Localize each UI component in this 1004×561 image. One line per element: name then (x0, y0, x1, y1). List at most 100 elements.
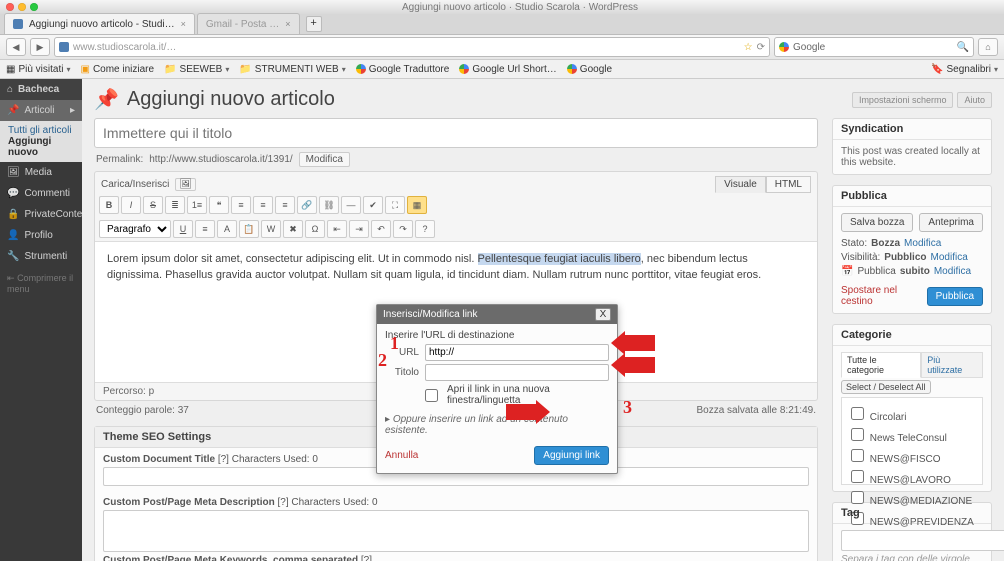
category-item[interactable]: NEWS@FISCO (847, 445, 977, 466)
blockquote-button[interactable]: ❝ (209, 196, 229, 214)
dialog-titlebar[interactable]: Inserisci/Modifica link X (377, 305, 617, 324)
paste-word-button[interactable]: W (261, 220, 281, 238)
bookmark-getting-started[interactable]: ▣Come iniziare (80, 64, 154, 75)
spellcheck-button[interactable]: ✔ (363, 196, 383, 214)
undo-button[interactable]: ↶ (371, 220, 391, 238)
close-tab-icon[interactable]: × (285, 19, 290, 29)
sidebar-item-posts[interactable]: 📌Articoli▸ (0, 100, 82, 121)
expand-existing-icon[interactable]: ▸ (385, 414, 390, 425)
edit-visibility-link[interactable]: Modifica (931, 252, 968, 263)
bookmark-most-visited[interactable]: ▦Più visitati▾ (6, 64, 70, 75)
category-checkbox[interactable] (851, 470, 864, 483)
special-char-button[interactable]: Ω (305, 220, 325, 238)
bookmark-folder-strumenti-web[interactable]: 📁STRUMENTI WEB▾ (239, 64, 345, 75)
align-justify-button[interactable]: ≡ (195, 220, 215, 238)
zoom-window-icon[interactable] (30, 3, 38, 11)
dialog-add-link-button[interactable]: Aggiungi link (534, 446, 609, 465)
sidebar-item-privatecontent[interactable]: 🔒PrivateContent (0, 204, 82, 225)
bookmark-star-icon[interactable]: ☆ (744, 42, 753, 53)
indent-button[interactable]: ⇥ (349, 220, 369, 238)
category-checkbox[interactable] (851, 407, 864, 420)
publish-button[interactable]: Pubblica (927, 287, 983, 306)
search-icon[interactable]: 🔍 (957, 42, 969, 53)
browser-tab-active[interactable]: Aggiungi nuovo articolo - Studi… × (4, 13, 195, 34)
collapse-menu[interactable]: ⇤ Comprimere il menu (0, 267, 82, 300)
bookmark-folder-seeweb[interactable]: 📁SEEWEB▾ (164, 64, 229, 75)
category-checkbox[interactable] (851, 428, 864, 441)
format-select[interactable]: Paragrafo (99, 220, 171, 238)
numbered-list-button[interactable]: 1≡ (187, 196, 207, 214)
align-right-button[interactable]: ≡ (275, 196, 295, 214)
redo-button[interactable]: ↷ (393, 220, 413, 238)
outdent-button[interactable]: ⇤ (327, 220, 347, 238)
sidebar-item-comments[interactable]: 💬Commenti (0, 183, 82, 204)
categories-tab-used[interactable]: Più utilizzate (921, 352, 983, 378)
browser-tab[interactable]: Gmail - Posta … × (197, 13, 300, 34)
fullscreen-button[interactable]: ⛶ (385, 196, 405, 214)
screen-options-button[interactable]: Impostazioni schermo (852, 92, 954, 108)
home-button[interactable]: ⌂ (978, 38, 998, 56)
category-checkbox[interactable] (851, 449, 864, 462)
preview-button[interactable]: Anteprima (919, 213, 983, 232)
bookmarks-menu[interactable]: 🔖Segnalibri▾ (931, 64, 998, 75)
edit-schedule-link[interactable]: Modifica (934, 266, 971, 277)
sidebar-sub-add-new[interactable]: Aggiungi nuovo (8, 136, 74, 158)
category-checkbox[interactable] (851, 491, 864, 504)
move-to-trash-link[interactable]: Spostare nel cestino (841, 285, 927, 307)
browser-search-box[interactable]: Google 🔍 (774, 37, 974, 57)
select-deselect-all[interactable]: Select / Deselect All (841, 380, 931, 394)
sidebar-item-profile[interactable]: 👤Profilo (0, 225, 82, 246)
sidebar-sub-all-posts[interactable]: Tutti gli articoli (8, 125, 74, 136)
category-item[interactable]: News TeleConsul (847, 424, 977, 445)
link-title-field[interactable] (425, 364, 609, 381)
category-item[interactable]: NEWS@MEDIAZIONE (847, 487, 977, 508)
reload-icon[interactable]: ⟳ (757, 42, 765, 53)
insert-more-button[interactable]: — (341, 196, 361, 214)
categories-title[interactable]: Categorie (833, 325, 991, 346)
align-center-button[interactable]: ≡ (253, 196, 273, 214)
editor-tab-html[interactable]: HTML (766, 176, 811, 193)
editor-tab-visual[interactable]: Visuale (715, 176, 766, 193)
forward-button[interactable]: ▶ (30, 38, 50, 56)
tag-input[interactable] (841, 530, 1004, 551)
publish-title[interactable]: Pubblica (833, 186, 991, 207)
editor-help-button[interactable]: ? (415, 220, 435, 238)
help-button[interactable]: Aiuto (957, 92, 992, 108)
dialog-cancel-link[interactable]: Annulla (385, 450, 418, 461)
post-title-input[interactable] (94, 118, 818, 148)
bullet-list-button[interactable]: ≣ (165, 196, 185, 214)
remove-link-button[interactable]: ⛓ (319, 196, 339, 214)
category-item[interactable]: Circolari (847, 403, 977, 424)
paste-text-button[interactable]: 📋 (239, 220, 259, 238)
close-window-icon[interactable] (6, 3, 14, 11)
bookmark-google-url-short[interactable]: Google Url Short… (459, 64, 556, 75)
sidebar-item-media[interactable]: 🖼Media (0, 162, 82, 183)
category-item[interactable]: NEWS@LAVORO (847, 466, 977, 487)
seo-meta-desc-input[interactable] (103, 510, 809, 552)
url-field[interactable] (425, 344, 609, 361)
new-tab-button[interactable]: + (306, 16, 322, 32)
italic-button[interactable]: I (121, 196, 141, 214)
url-bar[interactable]: www.studioscarola.it/… ☆ ⟳ (54, 37, 770, 57)
open-new-tab-checkbox[interactable] (425, 389, 438, 402)
category-item[interactable]: NEWS@PREVIDENZA (847, 508, 977, 529)
close-tab-icon[interactable]: × (181, 19, 186, 29)
underline-button[interactable]: U (173, 220, 193, 238)
bookmark-google[interactable]: Google (567, 64, 612, 75)
save-draft-button[interactable]: Salva bozza (841, 213, 913, 232)
categories-tab-all[interactable]: Tutte le categorie (841, 352, 921, 378)
category-list[interactable]: Circolari News TeleConsul NEWS@FISCO NEW… (841, 397, 983, 485)
insert-link-button[interactable]: 🔗 (297, 196, 317, 214)
back-button[interactable]: ◀ (6, 38, 26, 56)
clear-format-button[interactable]: ✖ (283, 220, 303, 238)
edit-status-link[interactable]: Modifica (904, 238, 941, 249)
sidebar-item-dashboard[interactable]: ⌂Bacheca (0, 79, 82, 100)
syndication-title[interactable]: Syndication (833, 119, 991, 140)
strike-button[interactable]: S (143, 196, 163, 214)
permalink-edit-button[interactable]: Modifica (299, 152, 350, 167)
text-color-button[interactable]: A (217, 220, 237, 238)
sidebar-item-tools[interactable]: 🔧Strumenti (0, 246, 82, 267)
bold-button[interactable]: B (99, 196, 119, 214)
minimize-window-icon[interactable] (18, 3, 26, 11)
dialog-close-button[interactable]: X (595, 308, 611, 321)
